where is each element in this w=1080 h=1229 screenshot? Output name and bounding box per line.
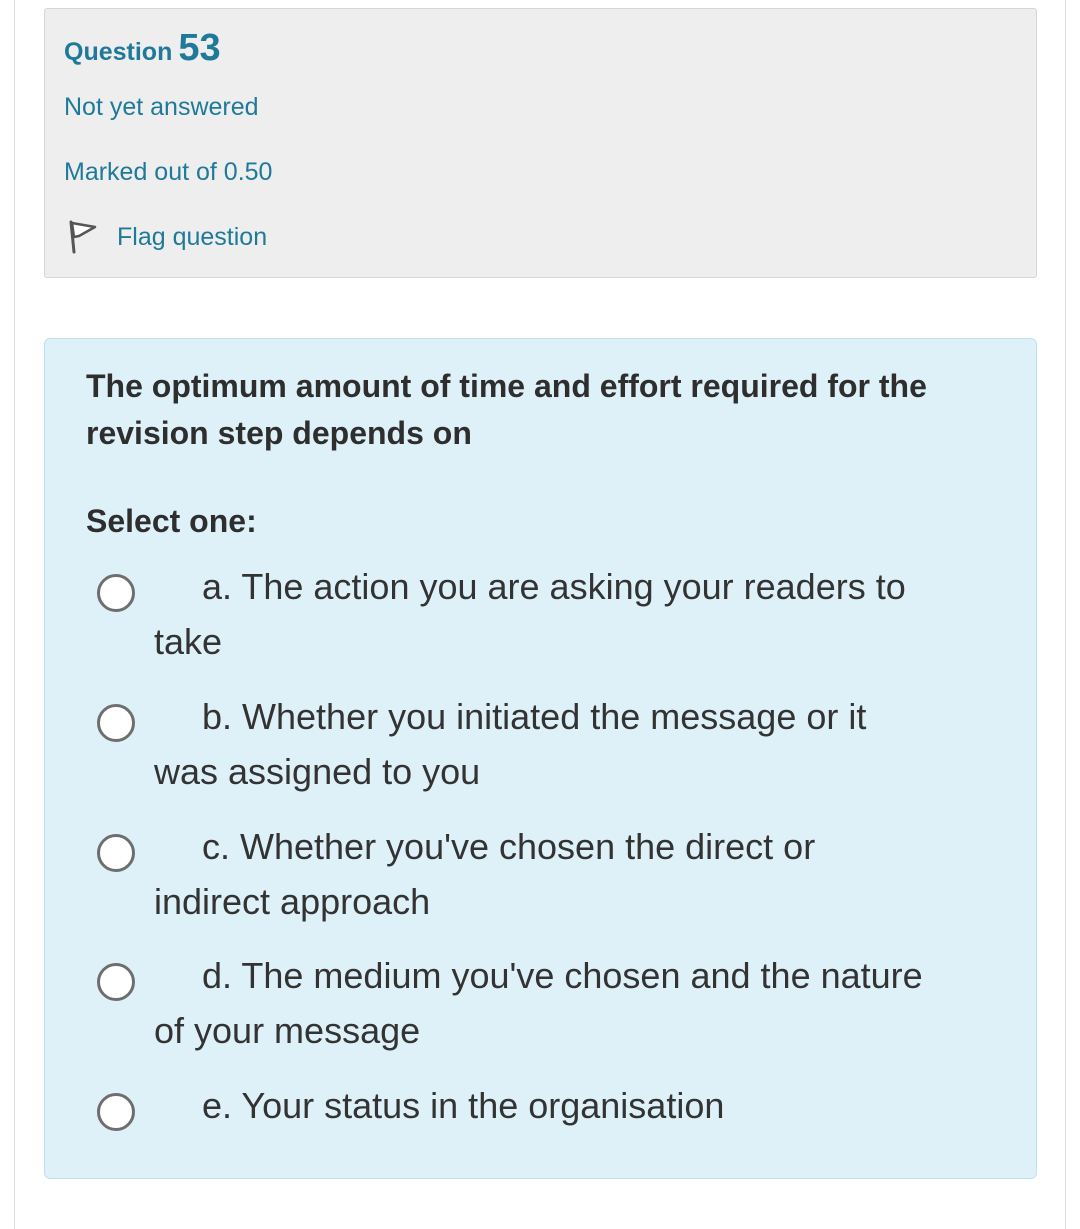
- radio-button[interactable]: [97, 834, 135, 872]
- radio-button[interactable]: [97, 1093, 135, 1131]
- question-info-panel: Question 53 Not yet answered Marked out o…: [44, 8, 1037, 278]
- question-content-panel: The optimum amount of time and effort re…: [44, 338, 1037, 1179]
- radio-button[interactable]: [97, 963, 135, 1001]
- question-number: 53: [178, 27, 221, 69]
- answer-option-label: c. Whether you've chosen the direct or i…: [154, 826, 816, 922]
- flag-question-label: Flag question: [117, 222, 268, 251]
- radio-button[interactable]: [97, 574, 135, 612]
- flag-icon: [67, 219, 99, 255]
- answer-option-label: d. The medium you've chosen and the natu…: [154, 955, 923, 1051]
- answer-option-label: b. Whether you initiated the message or …: [154, 696, 867, 792]
- answer-prompt: Select one:: [86, 503, 257, 539]
- question-title: Question 53: [64, 27, 221, 70]
- flag-question-button[interactable]: Flag question: [67, 219, 267, 255]
- question-label: Question: [64, 38, 173, 66]
- question-state: Not yet answered: [64, 93, 259, 121]
- answer-option-label: e. Your status in the organisation: [202, 1085, 725, 1126]
- radio-button[interactable]: [97, 704, 135, 742]
- answer-option-label: a. The action you are asking your reader…: [154, 566, 906, 662]
- question-text: The optimum amount of time and effort re…: [86, 368, 927, 451]
- question-grade: Marked out of 0.50: [64, 158, 273, 186]
